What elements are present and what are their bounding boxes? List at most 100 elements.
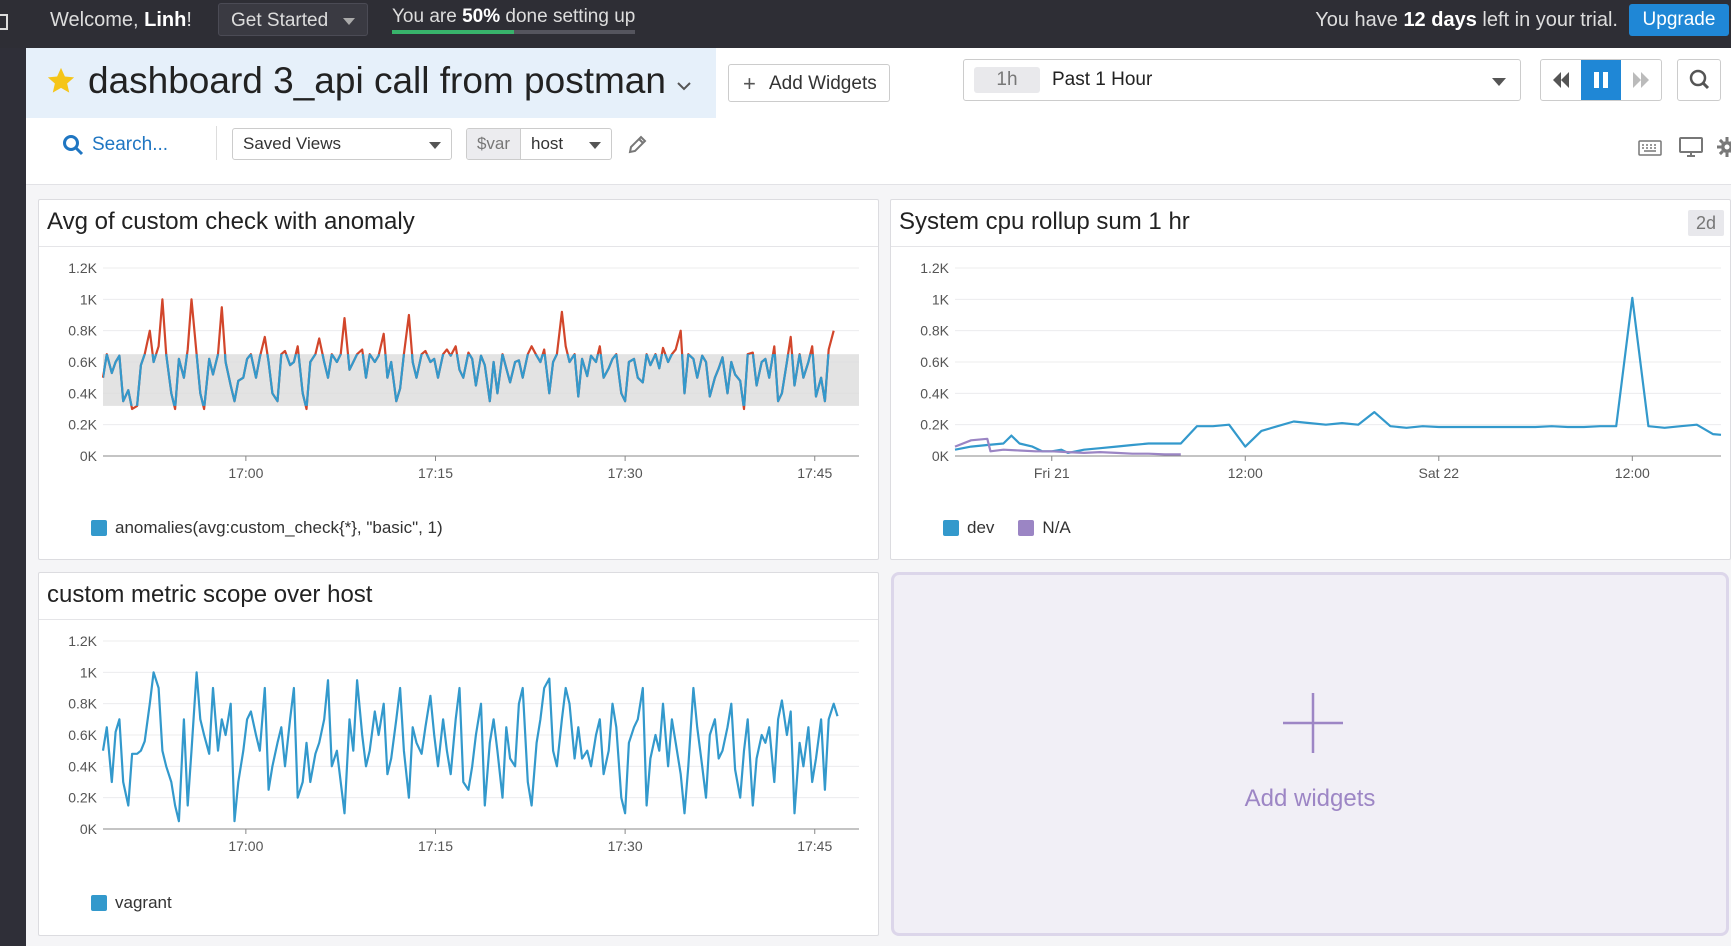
y-tick-label: 0.6K (68, 727, 97, 743)
y-tick-label: 1.2K (920, 260, 949, 276)
y-tick-label: 0.8K (920, 323, 949, 339)
y-tick-label: 1.2K (68, 260, 97, 276)
dashboard-header: dashboard 3_api call from postman + Add … (26, 48, 1731, 185)
setup-progress-bar (392, 30, 635, 34)
widget-cpu-rollup[interactable]: System cpu rollup sum 1 hr 2d 0K 0.2K 0.4K… (890, 199, 1731, 560)
keyboard-icon[interactable] (1638, 140, 1662, 156)
magnifier-icon (1689, 69, 1710, 90)
user-name: Linh (144, 9, 187, 31)
add-widget-placeholder[interactable]: Add widgets (891, 572, 1729, 936)
legend-swatch (1018, 520, 1035, 536)
caret-down-icon (429, 142, 441, 149)
pause-icon (1594, 72, 1608, 88)
y-tick-label: 0.2K (68, 417, 97, 433)
dashboard-title[interactable]: dashboard 3_api call from postman (88, 60, 666, 102)
y-tick-label: 1K (932, 291, 950, 307)
x-tick-label: Fri 21 (1034, 465, 1070, 481)
progress-suffix: done setting up (500, 6, 636, 27)
y-tick-label: 0.8K (68, 323, 97, 339)
cpu-chart[interactable]: 0K 0.2K 0.4K 0.6K 0.8K 1K 1.2K Fri 21 12:00 Sat 2… (891, 246, 1731, 496)
trial-suffix: left in your trial. (1476, 9, 1618, 31)
template-variable-name: $var (467, 129, 521, 159)
legend-label: anomalies(avg:custom_check{*}, "basic", … (115, 518, 443, 537)
chevron-down-icon[interactable] (676, 78, 692, 94)
y-tick-label: 0.6K (920, 354, 949, 370)
y-tick-label: 0.2K (920, 417, 949, 433)
x-tick-label: 17:00 (228, 838, 263, 854)
x-tick-label: 17:45 (797, 465, 832, 481)
dashboard-content: dashboard 3_api call from postman + Add … (26, 48, 1731, 946)
search-label: Search... (92, 134, 169, 155)
y-tick-label: 0K (80, 448, 98, 464)
y-tick-label: 0.4K (920, 385, 949, 401)
y-tick-label: 1K (80, 291, 98, 307)
y-tick-label: 0.6K (68, 354, 97, 370)
chart-legend: vagrant (91, 893, 172, 913)
y-tick-label: 0.4K (68, 758, 97, 774)
add-widgets-label: Add Widgets (769, 73, 877, 94)
series-line (954, 296, 1722, 454)
x-tick-label: 17:00 (228, 465, 263, 481)
saved-views-label: Saved Views (243, 134, 341, 153)
pause-button[interactable] (1581, 60, 1621, 100)
setup-progress-text: You are 50% done setting up (392, 6, 635, 28)
plus-icon: + (743, 71, 756, 96)
widget-custom-metric[interactable]: custom metric scope over host 0K 0.2K 0.4K… (38, 572, 879, 936)
get-started-dropdown[interactable]: Get Started (218, 3, 368, 36)
widget-anomaly-timeseries[interactable]: Avg of custom check with anomaly 0K 0.2K 0… (38, 199, 879, 560)
fast-forward-icon (1633, 72, 1649, 88)
tv-mode-icon[interactable] (1678, 136, 1704, 158)
chart-legend: dev N/A (943, 518, 1071, 538)
legend-item[interactable]: dev (943, 518, 994, 538)
add-widgets-button[interactable]: + Add Widgets (728, 64, 890, 102)
legend-swatch (91, 895, 107, 911)
welcome-suffix: ! (186, 9, 192, 31)
series-line (101, 671, 839, 823)
legend-item[interactable]: N/A (1018, 518, 1071, 538)
fast-forward-button[interactable] (1621, 60, 1661, 100)
anomaly-chart[interactable]: 0K 0.2K 0.4K 0.6K 0.8K 1K 1.2K 17:00 17:15 17:30 1… (39, 246, 880, 496)
add-widgets-label: Add widgets (1244, 785, 1376, 812)
widget-title: Avg of custom check with anomaly (47, 208, 415, 235)
chart-legend: anomalies(avg:custom_check{*}, "basic", … (91, 518, 443, 538)
caret-down-icon (589, 142, 601, 149)
sidebar-toggle-icon[interactable] (0, 14, 8, 30)
star-icon[interactable] (46, 66, 76, 96)
x-tick-label: 12:00 (1615, 465, 1650, 481)
legend-item[interactable]: anomalies(avg:custom_check{*}, "basic", … (91, 518, 443, 538)
legend-item[interactable]: vagrant (91, 893, 172, 913)
playback-controls (1540, 59, 1662, 101)
upgrade-button[interactable]: Upgrade (1629, 4, 1729, 36)
legend-label: vagrant (115, 893, 172, 912)
y-tick-label: 1.2K (68, 633, 97, 649)
saved-views-dropdown[interactable]: Saved Views (232, 128, 452, 160)
trial-notice: You have 12 days left in your trial. (1315, 9, 1618, 32)
template-variable-value: host (531, 134, 564, 153)
zoom-button[interactable] (1677, 59, 1721, 101)
caret-down-icon (1492, 78, 1506, 86)
pencil-icon[interactable] (626, 134, 648, 156)
custom-metric-chart[interactable]: 0K 0.2K 0.4K 0.6K 0.8K 1K 1.2K 17:00 17:15 17:30 1… (39, 619, 880, 869)
template-variable-select[interactable]: $var host (466, 128, 612, 160)
x-tick-label: Sat 22 (1419, 465, 1460, 481)
legend-swatch (91, 520, 107, 536)
x-tick-label: 17:15 (418, 838, 453, 854)
series-line (954, 437, 1181, 456)
top-bar: Welcome, Linh! Get Started You are 50% d… (0, 0, 1731, 48)
y-tick-label: 0.8K (68, 696, 97, 712)
trial-prefix: You have (1315, 9, 1404, 31)
legend-label: dev (967, 518, 995, 537)
time-range-select[interactable]: 1h Past 1 Hour (963, 59, 1521, 101)
gear-icon[interactable] (1716, 136, 1731, 158)
widget-title: custom metric scope over host (47, 581, 373, 608)
x-tick-label: 17:30 (608, 465, 643, 481)
legend-label: N/A (1042, 518, 1071, 537)
divider (216, 126, 217, 160)
x-tick-label: 17:30 (608, 838, 643, 854)
x-tick-label: 17:45 (797, 838, 832, 854)
y-tick-label: 0K (932, 448, 950, 464)
trial-days: 12 days (1403, 9, 1477, 31)
widget-title: System cpu rollup sum 1 hr (899, 208, 1190, 235)
plus-icon (1283, 693, 1343, 753)
rewind-button[interactable] (1541, 60, 1581, 100)
